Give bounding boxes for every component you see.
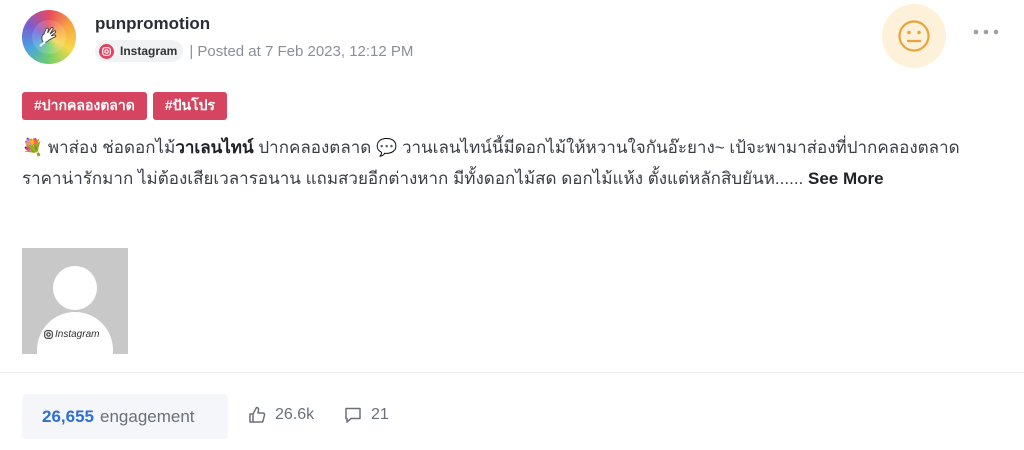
- hand-logo-icon: [32, 20, 66, 54]
- post-caption: 💐 พาส่อง ช่อดอกไม้วาเลนไทน์ ปากคลองตลาด …: [22, 132, 994, 194]
- flower-emoji-icon: 💐: [22, 138, 44, 157]
- more-horizontal-icon: [973, 29, 999, 35]
- thumbs-up-icon: [249, 406, 266, 423]
- engagement-summary: 26,655 engagement: [22, 394, 228, 439]
- posted-timestamp: | Posted at 7 Feb 2023, 12:12 PM: [189, 42, 414, 60]
- platform-label: Instagram: [120, 44, 178, 58]
- comment-icon: [345, 407, 361, 423]
- engagement-count: 26,655: [42, 406, 94, 426]
- neutral-face-icon: [898, 20, 930, 52]
- comments-count: 21: [371, 406, 389, 423]
- speech-bubble-emoji-icon: 💬: [376, 138, 398, 157]
- caption-text: พาส่อง ช่อดอกไม้: [43, 138, 176, 157]
- media-watermark: Instagram: [44, 329, 99, 340]
- see-more-link[interactable]: See More: [808, 169, 884, 188]
- hashtag-list: #ปากคลองตลาด #ปันโปร: [22, 92, 227, 120]
- instagram-icon: [99, 43, 114, 59]
- username[interactable]: punpromotion: [95, 14, 210, 34]
- more-options-button[interactable]: [972, 22, 1000, 42]
- hashtag-chip[interactable]: #ปันโปร: [152, 92, 227, 120]
- hashtag-chip[interactable]: #ปากคลองตลาด: [22, 92, 147, 120]
- instagram-icon: [44, 330, 53, 339]
- divider: [0, 372, 1024, 373]
- sentiment-button[interactable]: [882, 4, 946, 68]
- avatar[interactable]: [22, 10, 76, 64]
- engagement-label: engagement: [100, 406, 195, 426]
- likes-count: 26.6k: [275, 406, 315, 423]
- caption-bold-text: วาเลนไทน์: [175, 138, 254, 157]
- media-thumbnail[interactable]: Instagram: [22, 248, 128, 354]
- platform-badge: Instagram: [95, 40, 184, 62]
- caption-text: ปากคลองตลาด: [253, 138, 377, 157]
- post-header: punpromotion Instagram | Posted at 7 Feb…: [22, 4, 1002, 68]
- comments-stat[interactable]: 21: [343, 405, 389, 425]
- placeholder-person-icon: [53, 266, 97, 310]
- post-meta: Instagram | Posted at 7 Feb 2023, 12:12 …: [95, 40, 413, 62]
- likes-stat[interactable]: 26.6k: [247, 405, 314, 425]
- media-watermark-label: Instagram: [55, 329, 100, 340]
